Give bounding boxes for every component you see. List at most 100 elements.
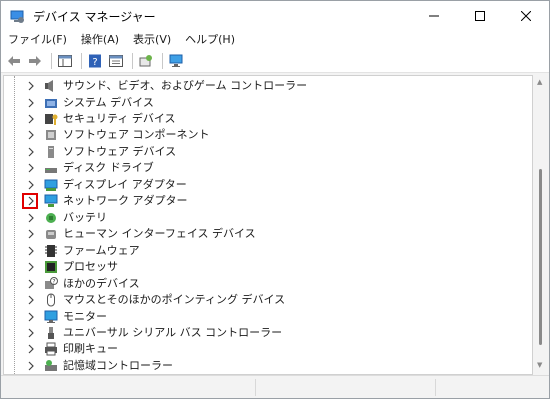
show-hide-console-tree-button[interactable] bbox=[56, 52, 74, 70]
tree-item-label: システム デバイス bbox=[63, 96, 154, 109]
tree-item-label: ディスク ドライブ bbox=[63, 161, 154, 174]
chevron-right-icon[interactable] bbox=[26, 162, 36, 174]
storage-controller-icon bbox=[45, 360, 57, 371]
help-icon: ? bbox=[89, 54, 101, 68]
device-manager-window: デバイス マネージャー ファイル(F) 操作(A) 表示(V) ヘルプ(H) ?… bbox=[0, 0, 550, 399]
title-bar: デバイス マネージャー bbox=[1, 1, 549, 31]
toolbar-separator bbox=[81, 52, 82, 69]
monitor-button[interactable] bbox=[167, 52, 185, 70]
tree-item-print-queues[interactable]: 印刷キュー bbox=[4, 341, 524, 357]
device-icon bbox=[48, 146, 54, 158]
tree-item-disk-drives[interactable]: ディスク ドライブ bbox=[4, 160, 524, 176]
device-tree[interactable]: サウンド、ビデオ、およびゲーム コントローラー システム デバイス セキュリティ… bbox=[3, 75, 533, 375]
tree-item-network-adapters[interactable]: ネットワーク アダプター bbox=[4, 193, 524, 209]
chevron-right-icon[interactable] bbox=[26, 245, 36, 257]
tree-item-sound[interactable]: サウンド、ビデオ、およびゲーム コントローラー bbox=[4, 78, 524, 94]
status-pane-divider bbox=[435, 379, 436, 396]
tree-item-label: ソフトウェア コンポーネント bbox=[63, 128, 210, 141]
tree-item-display-adapters[interactable]: ディスプレイ アダプター bbox=[4, 177, 524, 193]
tree-item-system-devices[interactable]: システム デバイス bbox=[4, 95, 524, 111]
scan-hardware-button[interactable] bbox=[137, 52, 155, 70]
chevron-right-icon[interactable] bbox=[26, 228, 36, 240]
network-adapter-icon bbox=[44, 194, 58, 207]
forward-button[interactable] bbox=[26, 52, 44, 70]
scroll-down-arrow-icon[interactable]: ▼ bbox=[537, 361, 542, 369]
tree-item-label: サウンド、ビデオ、およびゲーム コントローラー bbox=[63, 79, 308, 92]
tree-item-firmware[interactable]: ファームウェア bbox=[4, 243, 524, 259]
scrollbar-thumb[interactable] bbox=[539, 169, 542, 345]
chevron-right-icon[interactable] bbox=[26, 278, 36, 290]
device-manager-app-icon bbox=[10, 10, 24, 23]
disk-drive-icon bbox=[45, 168, 57, 173]
chevron-right-icon[interactable] bbox=[26, 327, 36, 339]
puzzle-icon bbox=[46, 130, 56, 140]
chevron-right-icon[interactable] bbox=[26, 80, 36, 92]
usb-icon bbox=[48, 327, 54, 339]
menu-view[interactable]: 表示(V) bbox=[126, 31, 178, 49]
back-button[interactable] bbox=[5, 52, 23, 70]
tree-item-label: マウスとそのほかのポインティング デバイス bbox=[63, 293, 286, 306]
chevron-right-icon[interactable] bbox=[26, 343, 36, 355]
chevron-right-icon[interactable] bbox=[26, 179, 36, 191]
tree-item-label: ヒューマン インターフェイス デバイス bbox=[63, 227, 256, 240]
chevron-right-icon[interactable] bbox=[26, 113, 36, 125]
maximize-button[interactable] bbox=[457, 1, 503, 31]
chevron-right-icon[interactable] bbox=[26, 195, 36, 207]
tree-item-label: プロセッサ bbox=[63, 260, 118, 273]
chevron-right-icon[interactable] bbox=[26, 294, 36, 306]
toolbar-separator bbox=[132, 52, 133, 69]
tree-item-label: バッテリ bbox=[63, 211, 107, 224]
display-adapter-icon bbox=[44, 179, 58, 191]
help-button[interactable]: ? bbox=[86, 52, 104, 70]
menu-file[interactable]: ファイル(F) bbox=[1, 31, 74, 49]
scroll-up-arrow-icon[interactable]: ▲ bbox=[537, 78, 542, 86]
tree-item-monitors[interactable]: モニター bbox=[4, 309, 524, 325]
scan-hardware-icon bbox=[139, 54, 152, 66]
tree-item-usb-controllers[interactable]: ユニバーサル シリアル バス コントローラー bbox=[4, 325, 524, 341]
tree-item-label: 印刷キュー bbox=[63, 342, 118, 355]
svg-text:?: ? bbox=[92, 57, 97, 68]
maximize-icon bbox=[475, 11, 485, 21]
chevron-right-icon[interactable] bbox=[26, 146, 36, 158]
tree-item-software-devices[interactable]: ソフトウェア デバイス bbox=[4, 144, 524, 160]
chevron-right-icon[interactable] bbox=[26, 212, 36, 224]
speaker-icon bbox=[45, 80, 53, 92]
close-button[interactable] bbox=[503, 1, 549, 31]
tree-item-mice[interactable]: マウスとそのほかのポインティング デバイス bbox=[4, 292, 524, 308]
security-key-icon bbox=[45, 114, 58, 125]
hid-icon bbox=[46, 230, 56, 239]
tree-item-other-devices[interactable]: ? ほかのデバイス bbox=[4, 276, 524, 292]
tree-item-storage-controllers[interactable]: 記憶域コントローラー bbox=[4, 358, 524, 374]
printer-icon bbox=[45, 342, 57, 356]
menu-action[interactable]: 操作(A) bbox=[74, 31, 126, 49]
unknown-device-icon: ? bbox=[45, 277, 58, 289]
back-arrow-icon bbox=[8, 55, 20, 66]
menu-help[interactable]: ヘルプ(H) bbox=[178, 31, 242, 49]
chevron-right-icon[interactable] bbox=[26, 129, 36, 141]
system-folder-icon bbox=[45, 99, 57, 108]
chevron-right-icon[interactable] bbox=[26, 261, 36, 273]
tree-item-software-components[interactable]: ソフトウェア コンポーネント bbox=[4, 127, 524, 143]
chevron-right-icon[interactable] bbox=[26, 311, 36, 323]
processor-icon bbox=[45, 261, 57, 273]
toolbar-separator bbox=[51, 52, 52, 69]
tree-item-hid[interactable]: ヒューマン インターフェイス デバイス bbox=[4, 226, 524, 242]
tree-item-processors[interactable]: プロセッサ bbox=[4, 259, 524, 275]
status-bar bbox=[1, 375, 549, 398]
tree-item-label: ユニバーサル シリアル バス コントローラー bbox=[63, 326, 283, 339]
window-title: デバイス マネージャー bbox=[33, 9, 156, 24]
chevron-right-icon[interactable] bbox=[26, 360, 36, 372]
tree-item-security-devices[interactable]: セキュリティ デバイス bbox=[4, 111, 524, 127]
minimize-button[interactable] bbox=[411, 1, 457, 31]
vertical-scrollbar[interactable]: ▲ ▼ bbox=[533, 75, 549, 373]
status-pane-divider bbox=[255, 379, 256, 396]
tree-item-label: セキュリティ デバイス bbox=[63, 112, 176, 125]
properties-pane-icon bbox=[109, 54, 123, 67]
chevron-right-icon[interactable] bbox=[26, 97, 36, 109]
properties-view-button[interactable] bbox=[107, 52, 125, 70]
tree-item-battery[interactable]: バッテリ bbox=[4, 210, 524, 226]
console-tree-icon bbox=[58, 54, 72, 67]
tree-item-label: ソフトウェア デバイス bbox=[63, 145, 177, 158]
svg-text:?: ? bbox=[52, 279, 55, 286]
tree-item-label: 記憶域コントローラー bbox=[63, 359, 173, 372]
